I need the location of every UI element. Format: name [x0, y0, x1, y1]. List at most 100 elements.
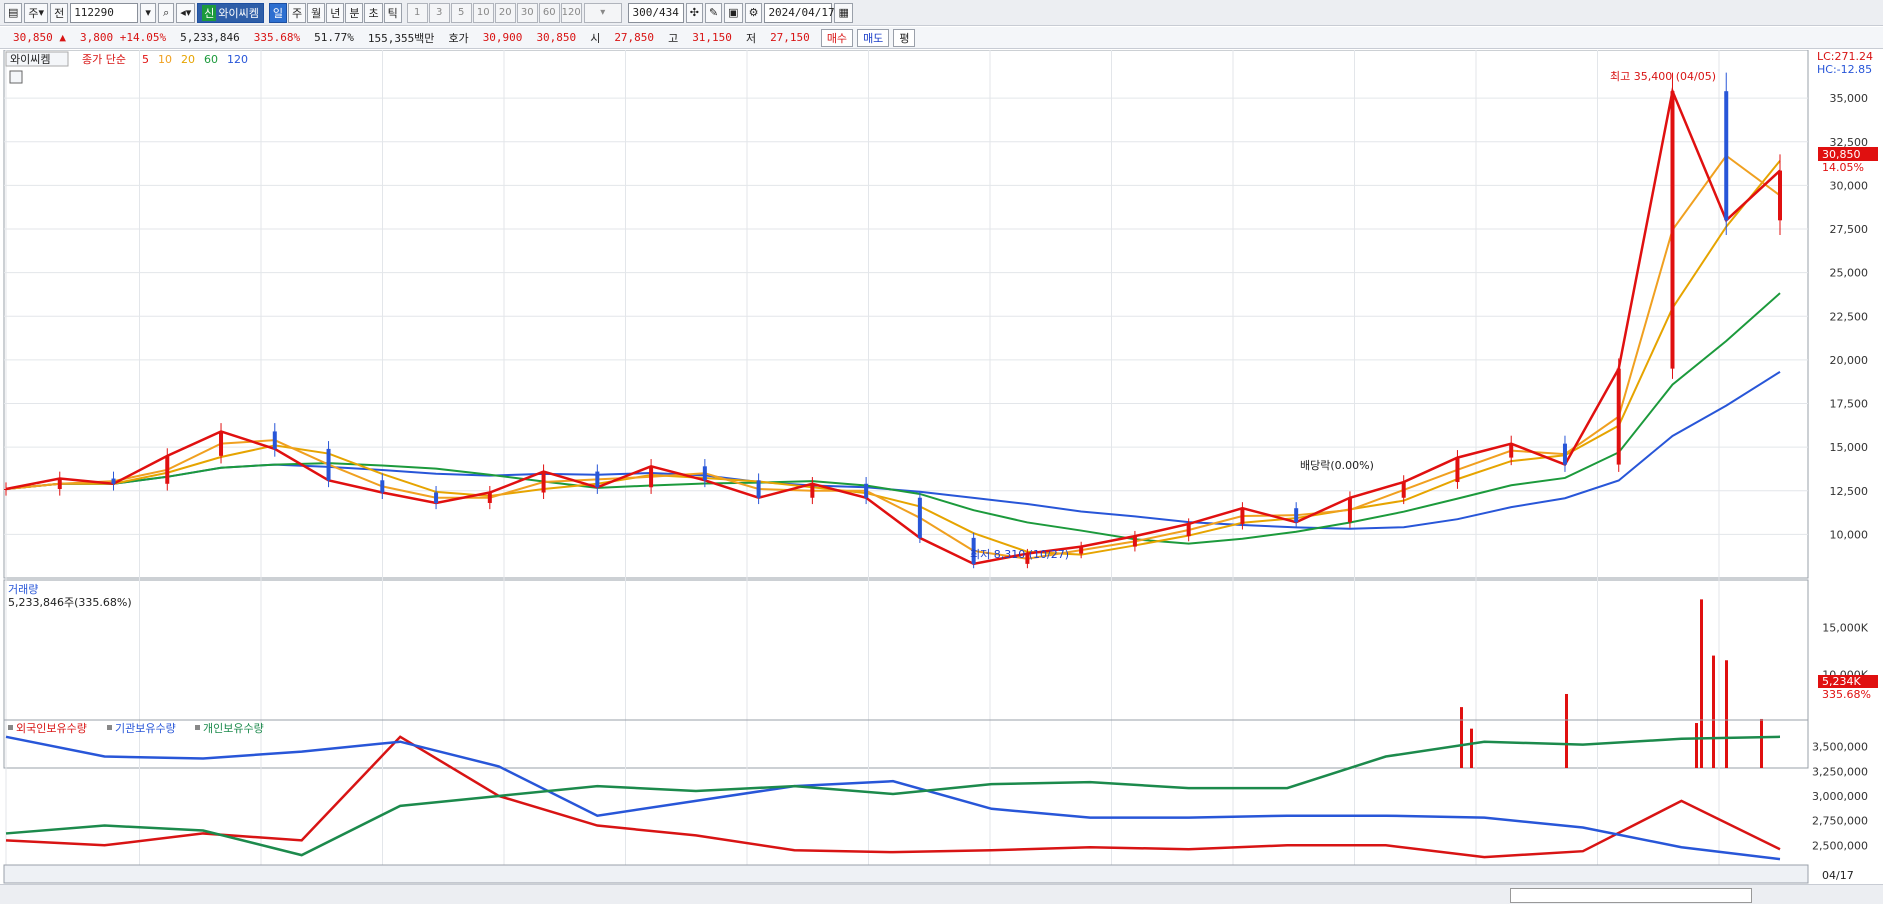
flat-button[interactable]: 평	[893, 28, 916, 47]
candle-body	[810, 483, 815, 498]
tab-period-0[interactable]: 일	[268, 2, 287, 23]
candle-body	[272, 431, 277, 449]
candle-body	[57, 478, 62, 490]
period-tabs: 일주월년분초틱	[268, 2, 402, 23]
volume-bar	[1725, 660, 1728, 768]
tab-period-5[interactable]: 초	[364, 2, 383, 23]
candle-body	[165, 455, 170, 484]
open-price: 27,850	[614, 31, 655, 44]
open-label: 시	[590, 31, 601, 45]
holdings-legend-marker	[195, 725, 200, 730]
x-axis-right-label: 04/17	[1822, 869, 1854, 882]
price-change: 3,800 +14.05%	[80, 31, 167, 44]
holdings-legend-marker	[107, 725, 112, 730]
trade-amount: 155,355백만	[367, 31, 435, 45]
high-label: 고	[668, 31, 679, 45]
price-tick-5: 22,500	[1830, 310, 1869, 323]
price-pane	[3, 50, 1809, 579]
pin-icon[interactable]: ✣	[685, 2, 703, 23]
volume-title: 거래량	[8, 583, 38, 596]
interval-button-6[interactable]: 60	[538, 2, 560, 23]
candle-body	[1347, 497, 1352, 523]
count-value: 300	[632, 6, 653, 19]
tab-period-4[interactable]: 분	[345, 2, 364, 23]
x-axis-bar	[3, 864, 1809, 884]
count-field[interactable]: 300/434	[627, 2, 684, 23]
tab-period-6[interactable]: 틱	[383, 2, 402, 23]
total-value: 434	[659, 6, 679, 19]
volume-summary: 5,233,846주(335.68%)	[8, 596, 132, 609]
holdings-tick-0: 3,500,000	[1812, 741, 1868, 754]
candle-body	[1616, 368, 1621, 465]
save-icon[interactable]: ▣	[724, 2, 743, 23]
candle-body	[1186, 523, 1191, 537]
candle-body	[756, 480, 761, 498]
legend-ma-title: 종가 단순	[82, 53, 126, 66]
volume-bar	[1712, 655, 1715, 768]
stock-name-box[interactable]: 신 와이씨켐	[197, 2, 264, 23]
interval-button-4[interactable]: 20	[494, 2, 516, 23]
interval-button-3[interactable]: 10	[472, 2, 494, 23]
price-tick-0: 35,000	[1830, 92, 1869, 105]
calendar-icon[interactable]: ▦	[834, 2, 853, 23]
candle-body	[4, 489, 8, 491]
volume-bar	[1760, 718, 1763, 768]
settings-icon[interactable]: ⚙	[744, 2, 763, 23]
quote-bar: 30,850 ▲ 3,800 +14.05% 5,233,846 335.68%…	[0, 27, 1883, 49]
volume-current-pct: 335.68%	[1822, 688, 1871, 701]
stock-name: 와이씨켐	[218, 6, 259, 20]
stock-tag: 신	[202, 4, 217, 21]
candle-body	[1562, 443, 1567, 465]
price-tick-3: 27,500	[1830, 223, 1869, 236]
turnover-rate: 51.77%	[314, 31, 354, 44]
holdings-tick-2: 3,000,000	[1812, 790, 1868, 803]
market-button[interactable]: 전	[50, 2, 69, 23]
current-price-label: 30,850	[1822, 148, 1861, 161]
holdings-tick-1: 3,250,000	[1812, 765, 1868, 778]
low-annotation: 최저 8,310 (10/27)	[970, 548, 1069, 561]
buy-button[interactable]: 매수	[820, 28, 854, 47]
period-select[interactable]: 주 ▾	[24, 2, 49, 23]
volume-current-label: 5,234K	[1822, 675, 1861, 688]
ma-legend-10: 10	[158, 53, 172, 66]
candle-body	[649, 466, 654, 488]
code-input[interactable]: 112290	[70, 2, 139, 23]
tab-period-1[interactable]: 주	[287, 2, 307, 23]
period-select-label: 주	[28, 6, 39, 20]
candle-body	[1401, 482, 1406, 498]
interval-button-1[interactable]: 3	[428, 2, 450, 23]
volume-value: 5,233,846	[180, 31, 240, 44]
candle-body	[864, 483, 869, 498]
stock-chart[interactable]: 35,000 32,500 30,000 27,500 25,000 22,500 20,0…	[0, 50, 1883, 884]
price-tick-6: 20,000	[1830, 354, 1869, 367]
candle-body	[917, 497, 922, 538]
scroll-controls[interactable]	[1510, 888, 1752, 903]
volume-bar	[1695, 723, 1698, 768]
candle-body	[595, 471, 600, 488]
interval-button-0[interactable]: 1	[406, 2, 428, 23]
candle-body	[1294, 508, 1299, 523]
sell-button[interactable]: 매도	[857, 28, 890, 47]
tab-period-3[interactable]: 년	[326, 2, 345, 23]
interval-tabs: 1 3 5 10 20 30 60 120	[406, 2, 582, 23]
holdings-legend: 외국인보유수량 기관보유수량 개인보유수량	[8, 722, 264, 735]
interval-button-7[interactable]: 120	[560, 2, 582, 23]
draw-icon[interactable]: ✎	[704, 2, 723, 23]
search-icon[interactable]: ⌕	[158, 2, 175, 23]
interval-dropdown[interactable]: ▾	[583, 2, 622, 23]
holdings-tick-4: 2,500,000	[1812, 839, 1868, 852]
tab-period-2[interactable]: 월	[307, 2, 326, 23]
chart-menu-icon[interactable]: ▤	[4, 2, 23, 23]
volume-bar	[1460, 707, 1463, 768]
candle-body	[541, 471, 546, 493]
chart-scrollbar[interactable]	[0, 884, 1883, 904]
date-input[interactable]: 2024/04/17	[764, 2, 835, 23]
current-price: 30,850 ▲	[13, 31, 66, 44]
table-toggle-icon[interactable]	[9, 70, 23, 84]
code-dropdown-icon[interactable]: ▾	[140, 2, 157, 23]
interval-button-5[interactable]: 30	[516, 2, 538, 23]
candle-body	[1079, 546, 1084, 554]
volume-bar	[1565, 693, 1568, 768]
interval-button-2[interactable]: 5	[450, 2, 472, 23]
history-icon[interactable]: ◂▾	[176, 2, 196, 23]
